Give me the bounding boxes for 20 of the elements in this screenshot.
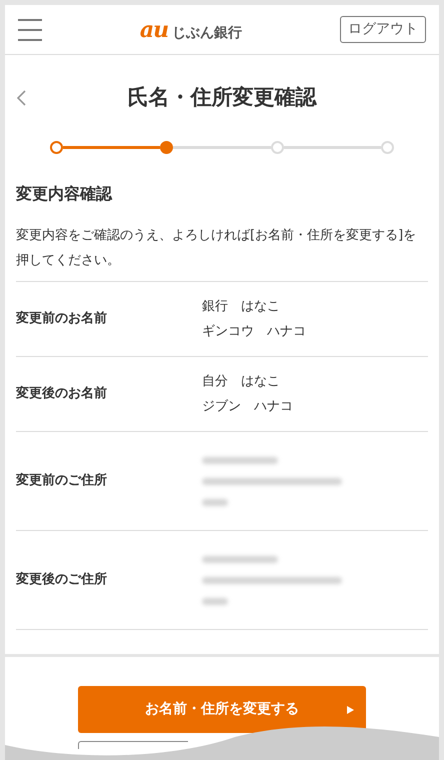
- description-text: 変更内容をご確認のうえ、よろしければ[お名前・住所を変更する]を押してください。: [16, 227, 418, 270]
- blurred-text: [202, 598, 228, 604]
- menu-icon[interactable]: [18, 18, 42, 40]
- row-value: ギンコウ ハナコ: [202, 323, 306, 341]
- row-value: ジブン ハナコ: [202, 398, 293, 416]
- play-icon: [347, 706, 354, 714]
- row-label: 変更後のご住所: [16, 570, 108, 590]
- page-title: 氏名・住所変更確認: [128, 84, 316, 112]
- row-label: 変更後のお名前: [16, 384, 108, 404]
- logo-mark: au: [140, 18, 168, 40]
- blurred-text: [202, 498, 228, 506]
- logo-text: じぶん銀行: [172, 26, 242, 40]
- row-label: 変更前のご住所: [16, 472, 108, 490]
- back-icon[interactable]: [16, 90, 26, 106]
- row-value: 銀行 はなこ: [202, 298, 281, 316]
- row-value: 自分 はなこ: [202, 373, 281, 391]
- section-heading: 変更内容確認: [16, 183, 114, 205]
- logout-button[interactable]: ログアウト: [340, 16, 426, 43]
- row-label: 変更前のお名前: [16, 310, 108, 328]
- secondary-button[interactable]: [78, 741, 188, 749]
